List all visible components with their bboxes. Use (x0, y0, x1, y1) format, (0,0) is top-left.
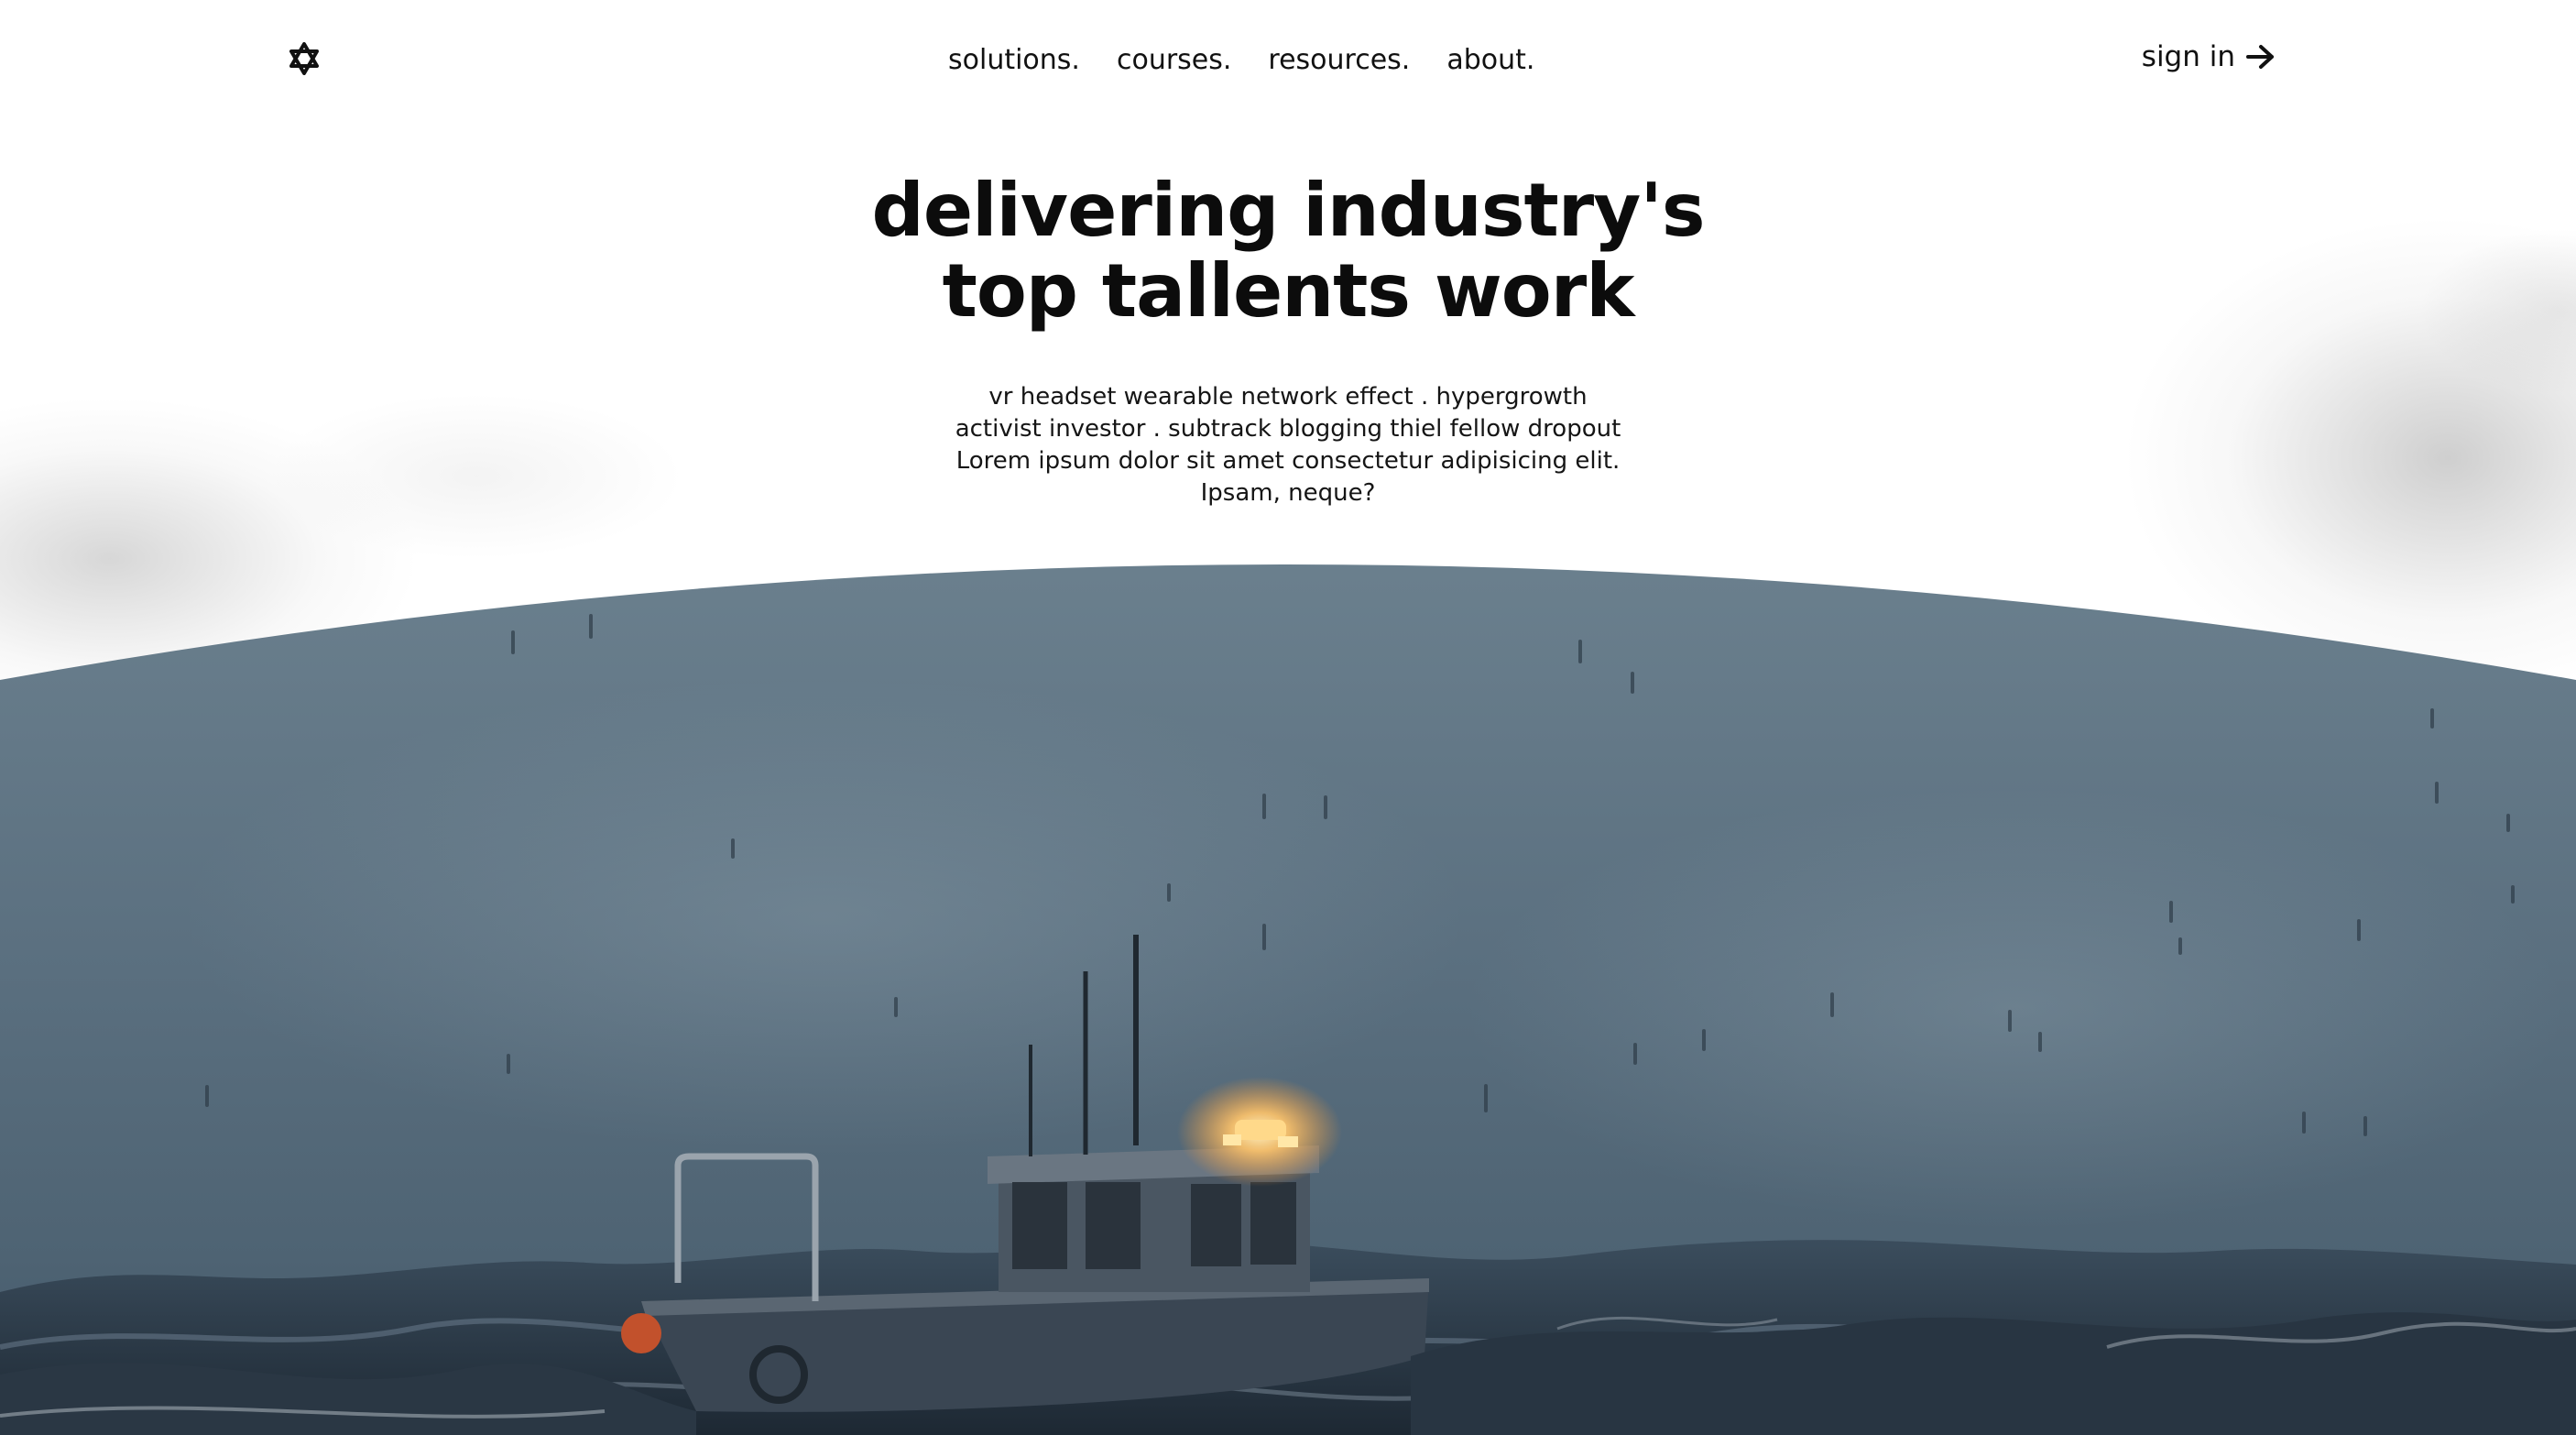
logo-glyph (289, 42, 319, 75)
hero-title-line-2: top tallents work (942, 248, 1635, 334)
sign-in-label: sign in (2141, 40, 2235, 73)
nav-link-courses[interactable]: courses. (1117, 40, 1231, 81)
sign-in-button[interactable]: sign in (2142, 37, 2276, 77)
hero-subtitle-line: Ipsam, neque? (1200, 479, 1376, 507)
hero-subtitle-line: Lorem ipsum dolor sit amet consectetur a… (955, 447, 1621, 475)
hero-subtitle-line: vr headset wearable network effect . hyp… (988, 383, 1588, 411)
hero-title: delivering industry's top tallents work (784, 170, 1792, 332)
main-nav: solutions. courses. resources. about. (948, 40, 1534, 81)
hero-subtitle: vr headset wearable network effect . hyp… (922, 381, 1654, 509)
nav-link-about[interactable]: about. (1446, 40, 1534, 81)
nav-link-solutions[interactable]: solutions. (948, 40, 1080, 81)
hero-title-line-1: delivering industry's (871, 168, 1706, 253)
hero-subtitle-line: activist investor . subtrack blogging th… (955, 415, 1621, 443)
star-of-david-icon[interactable] (286, 40, 322, 77)
nav-link-resources[interactable]: resources. (1268, 40, 1410, 81)
arrow-right-icon (2246, 45, 2274, 69)
landing-page: solutions. courses. resources. about. si… (0, 0, 2576, 1435)
